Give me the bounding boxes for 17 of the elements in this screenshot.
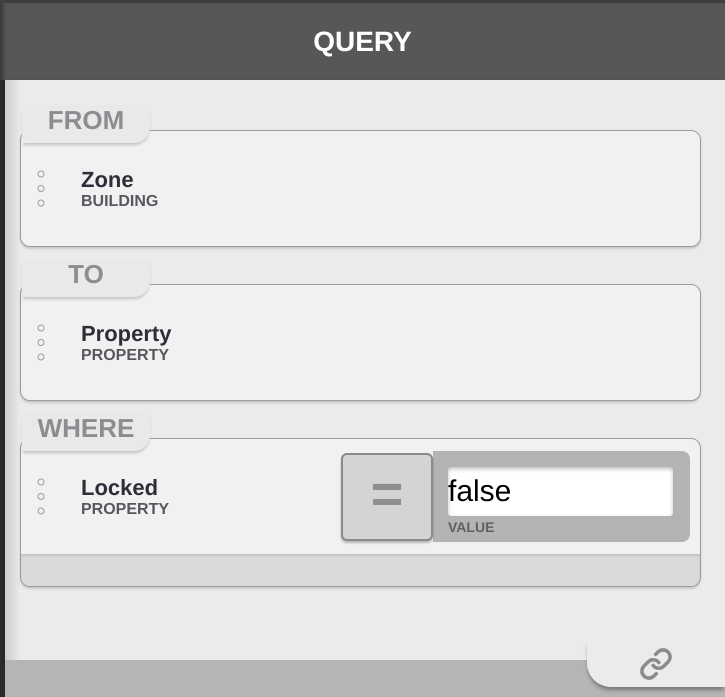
section-label: TO [68, 261, 104, 291]
window-title: QUERY [313, 28, 412, 56]
value-input[interactable]: false [448, 467, 673, 516]
value-label: VALUE [448, 520, 494, 534]
link-icon [639, 646, 673, 680]
drag-handle-icon[interactable] [37, 324, 45, 361]
item-name: Locked [81, 474, 160, 500]
drag-handle-icon[interactable] [37, 478, 45, 515]
item-name: Zone [81, 166, 135, 192]
drag-handle-icon[interactable] [37, 170, 45, 207]
item-type: BUILDING [81, 192, 158, 210]
item-type: PROPERTY [81, 346, 170, 364]
section-label: WHERE [38, 415, 134, 445]
item-type: PROPERTY [81, 500, 170, 518]
item-name: Property [81, 320, 172, 346]
link-button[interactable] [587, 640, 725, 687]
section-label: FROM [48, 107, 124, 137]
